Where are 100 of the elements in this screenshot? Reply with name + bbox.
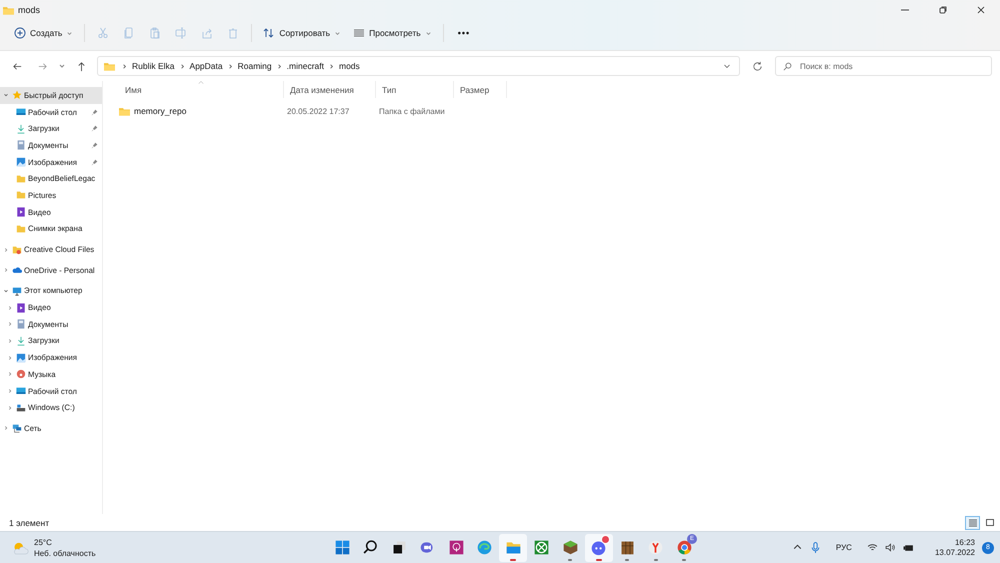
chevron-icon[interactable] (3, 267, 9, 274)
search-icon (783, 62, 792, 70)
language-indicator[interactable]: РУС (836, 543, 852, 552)
drive-icon (16, 402, 26, 413)
document-icon (16, 140, 26, 150)
breadcrumb[interactable]: mods (336, 61, 362, 71)
breadcrumb[interactable]: .minecraft (284, 61, 326, 71)
new-button[interactable]: Создать (8, 24, 80, 42)
wifi-icon[interactable] (866, 542, 878, 553)
desktop-icon (16, 107, 26, 118)
star-icon (12, 90, 22, 100)
monitor-icon (12, 286, 22, 296)
image-icon (16, 157, 26, 168)
microphone-icon[interactable] (810, 542, 821, 553)
pin-icon[interactable] (91, 142, 98, 149)
sort-caret-icon (198, 81, 204, 84)
grass-block-icon (562, 539, 578, 556)
music-icon (16, 369, 26, 380)
back-icon[interactable] (12, 60, 23, 72)
folder-icon (16, 224, 26, 234)
crate-icon (618, 539, 636, 556)
download-icon (16, 336, 26, 346)
breadcrumb[interactable]: Rublik Elka (130, 61, 177, 71)
network-icon (12, 423, 22, 434)
pin-icon[interactable] (91, 108, 98, 116)
folder-icon (3, 6, 14, 14)
chevron-icon[interactable] (3, 288, 9, 294)
item-count: 1 элемент (9, 518, 50, 528)
chevron-icon[interactable] (3, 246, 9, 253)
table-cell-text: 20.05.2022 17:37 (286, 106, 350, 116)
folder-icon (12, 244, 22, 255)
four-squares-icon (334, 539, 350, 556)
speaker-icon[interactable] (884, 542, 896, 553)
more-button[interactable]: ••• (448, 25, 480, 41)
chevron-icon (226, 62, 234, 70)
pin-icon[interactable] (91, 125, 98, 132)
folder-icon (16, 174, 26, 184)
breadcrumb[interactable]: Roaming (236, 61, 274, 71)
clock-date[interactable]: 13.07.2022 (934, 548, 975, 558)
chevron-icon[interactable] (7, 304, 13, 311)
chevron-icon (276, 62, 283, 70)
pin-icon[interactable] (91, 158, 98, 166)
close-icon[interactable] (976, 5, 986, 15)
overlapping-squares-icon (390, 539, 408, 556)
swirl-icon (476, 539, 493, 556)
view-button[interactable]: Просмотреть (347, 24, 438, 42)
folder-icon (119, 106, 130, 116)
list-icon (353, 27, 366, 39)
plus-icon (14, 27, 26, 39)
browser-icon (647, 539, 664, 556)
caret-icon (424, 30, 432, 36)
chevron-icon (328, 62, 335, 70)
column-header[interactable]: Тип (376, 81, 454, 98)
chevron-icon (121, 62, 128, 70)
clock-time[interactable]: 16:23 (954, 538, 975, 548)
recent-caret-icon[interactable] (58, 62, 66, 70)
details-view-button[interactable] (965, 516, 980, 530)
chevron-icon[interactable] (7, 371, 13, 378)
caret-icon (66, 30, 74, 36)
file-row[interactable]: memory_repo 20.05.2022 17:37 Папка с файлами (103, 102, 1000, 120)
chevron-icon[interactable] (7, 321, 13, 328)
search-field[interactable]: Поиск в: mods (775, 56, 992, 76)
image-icon (16, 352, 26, 363)
chevron-icon[interactable] (7, 404, 13, 411)
chevron-icon[interactable] (3, 425, 9, 432)
breadcrumb[interactable]: AppData (188, 61, 225, 71)
square-icon (984, 518, 994, 528)
file-name: memory_repo (134, 106, 186, 116)
up-icon[interactable] (76, 60, 87, 72)
search-icon (362, 539, 379, 556)
window-title: mods (18, 5, 40, 15)
chevron-icon[interactable] (7, 388, 13, 394)
desktop-icon (16, 386, 26, 396)
chevron-icon (178, 62, 186, 70)
download-icon (16, 124, 26, 134)
column-header[interactable]: Размер (454, 81, 507, 98)
document-icon (16, 319, 26, 330)
caret-icon (334, 30, 342, 36)
video-icon (16, 302, 26, 313)
podcast-icon (448, 539, 464, 556)
folder-icon (16, 190, 26, 200)
forward-icon[interactable] (37, 60, 48, 72)
restore-icon[interactable] (938, 5, 948, 15)
cloud-icon (12, 265, 22, 276)
cross-circle-icon (533, 539, 550, 556)
address-bar[interactable]: Rublik Elka AppData Roaming .minecraft mods (97, 56, 740, 76)
list-icon (968, 518, 978, 528)
chevron-icon[interactable] (7, 338, 13, 344)
table-cell-text: Папка с файлами (378, 106, 446, 116)
browser-icon (676, 539, 692, 556)
column-header[interactable]: Имя (119, 81, 284, 98)
caret-icon[interactable] (723, 62, 731, 70)
video-icon (16, 207, 26, 218)
temperature[interactable]: 25°C (34, 536, 96, 548)
column-header[interactable]: Дата изменения (284, 81, 376, 98)
weather-text[interactable]: Неб. облачность (34, 548, 96, 558)
sort-button[interactable]: Сортировать (257, 24, 348, 42)
refresh-icon[interactable] (752, 60, 763, 72)
chevron-icon[interactable] (3, 92, 9, 98)
chevron-icon[interactable] (7, 354, 13, 361)
